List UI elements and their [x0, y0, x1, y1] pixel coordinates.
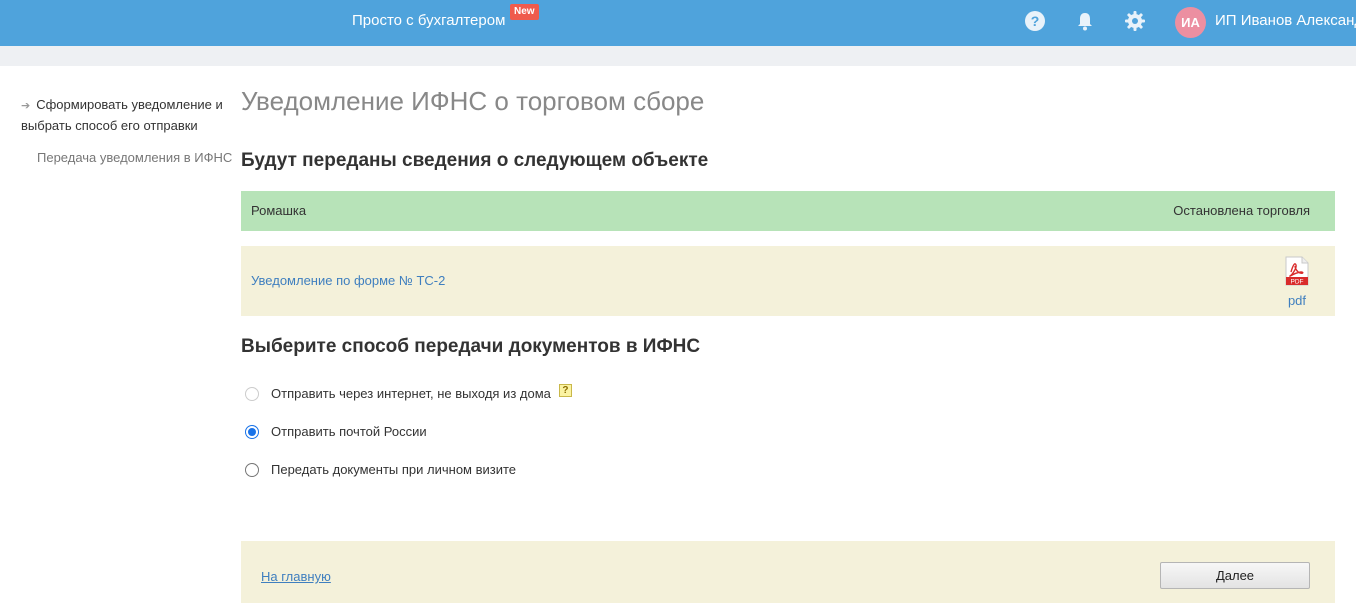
- method-option-post[interactable]: Отправить почтой России: [245, 424, 427, 439]
- home-link[interactable]: На главную: [261, 569, 331, 584]
- page-title: Уведомление ИФНС о торговом сборе: [241, 86, 705, 116]
- help-tooltip-icon[interactable]: ?: [558, 384, 572, 397]
- radio-internet[interactable]: [245, 386, 259, 401]
- step-current: ➔ Сформировать уведомление и выбрать спос…: [21, 95, 236, 136]
- gear-icon[interactable]: [1124, 10, 1146, 32]
- document-row: Уведомление по форме № ТС-2 PDF pdf: [241, 246, 1335, 316]
- sub-header-strip: [0, 46, 1356, 66]
- step-next: Передача уведомления в ИФНС: [37, 150, 233, 165]
- avatar[interactable]: ИА: [1175, 7, 1206, 38]
- object-name: Ромашка: [251, 203, 307, 218]
- method-label: Отправить почтой России: [271, 424, 427, 439]
- method-option-internet[interactable]: Отправить через интернет, не выходя из д…: [245, 384, 572, 401]
- svg-text:PDF: PDF: [1291, 279, 1304, 286]
- arrow-right-icon: ➔: [21, 100, 31, 112]
- pdf-icon[interactable]: PDF: [1284, 256, 1310, 286]
- method-heading: Выберите способ передачи документов в ИФ…: [241, 336, 701, 357]
- method-label: Отправить через интернет, не выходя из д…: [271, 386, 551, 401]
- new-badge: New: [510, 4, 539, 20]
- object-row: Ромашка Остановлена торговля: [241, 191, 1335, 231]
- pdf-label[interactable]: pdf: [1281, 293, 1313, 308]
- next-button[interactable]: Далее: [1160, 562, 1310, 589]
- method-label: Передать документы при личном визите: [271, 462, 517, 477]
- step-list: ➔ Сформировать уведомление и выбрать спос…: [21, 95, 236, 168]
- method-option-visit[interactable]: Передать документы при личном визите: [245, 462, 516, 477]
- help-icon[interactable]: ?: [1024, 10, 1046, 32]
- svg-text:?: ?: [1031, 13, 1040, 29]
- brand-link[interactable]: Просто с бухгалтером: [352, 12, 505, 29]
- top-bar: Просто с бухгалтером New ? ИА ИП Иванов …: [0, 0, 1356, 46]
- footer-bar: На главную Далее: [241, 541, 1335, 603]
- user-name[interactable]: ИП Иванов Александр: [1215, 12, 1356, 29]
- step-label: Сформировать уведомление и выбрать спосо…: [21, 97, 223, 133]
- radio-visit[interactable]: [245, 462, 259, 477]
- radio-post[interactable]: [245, 424, 259, 439]
- pdf-download[interactable]: PDF pdf: [1281, 256, 1313, 308]
- bell-icon[interactable]: [1074, 10, 1096, 32]
- object-status: Остановлена торговля: [1173, 203, 1310, 218]
- document-link[interactable]: Уведомление по форме № ТС-2: [251, 273, 445, 288]
- object-heading: Будут переданы сведения о следующем объе…: [241, 150, 709, 171]
